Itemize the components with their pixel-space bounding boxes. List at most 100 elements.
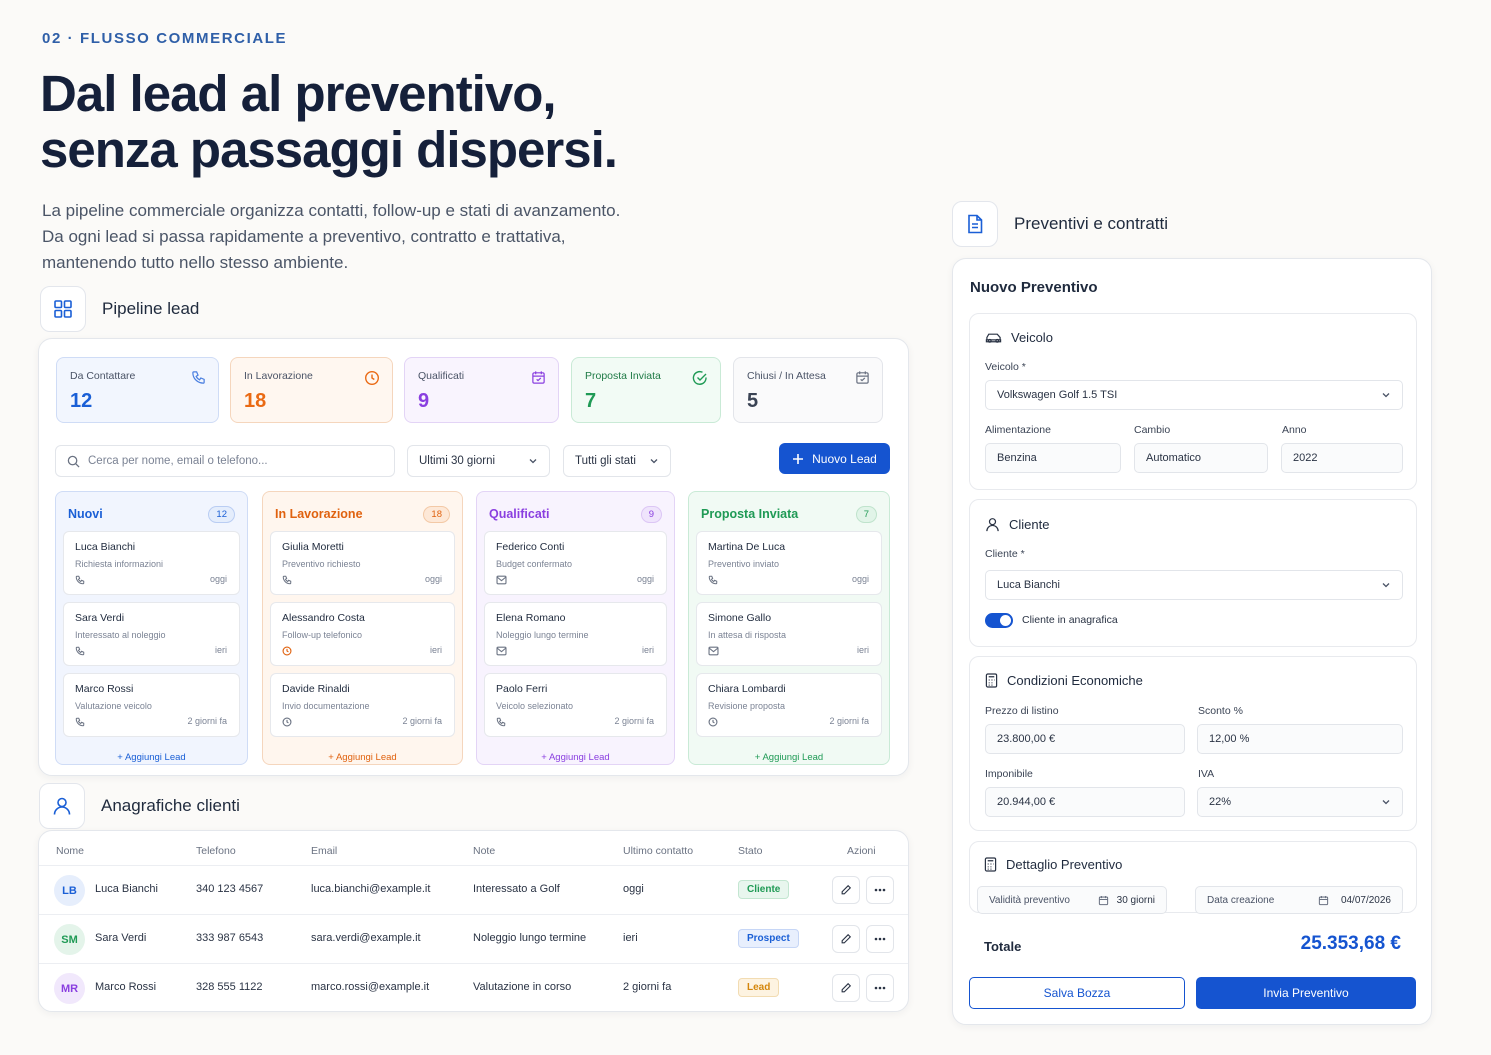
client-last-contact: ieri: [623, 932, 638, 944]
edit-button[interactable]: [832, 974, 860, 1002]
client-email[interactable]: sara.verdi@example.it: [311, 932, 421, 944]
phone-icon: [191, 370, 206, 385]
client-phone: 328 555 1122: [196, 981, 263, 993]
lead-card[interactable]: Martina De Luca Preventivo inviato oggi: [696, 531, 882, 595]
fuel-field[interactable]: Benzina: [985, 443, 1121, 473]
phone-icon: [75, 575, 85, 585]
lead-card[interactable]: Davide Rinaldi Invio documentazione 2 gi…: [270, 673, 455, 737]
lead-card[interactable]: Simone Gallo In attesa di risposta ieri: [696, 602, 882, 666]
send-quote-button[interactable]: Invia Preventivo: [1196, 977, 1416, 1009]
more-actions-button[interactable]: [866, 974, 894, 1002]
client-value: Luca Bianchi: [997, 579, 1060, 591]
status-filter-select[interactable]: Tutti gli stati: [563, 445, 671, 477]
discount-field[interactable]: 12,00 %: [1197, 724, 1403, 754]
client-registry-toggle[interactable]: [985, 613, 1013, 628]
phone-icon: [75, 717, 85, 727]
edit-button[interactable]: [832, 876, 860, 904]
clock-icon: [364, 370, 380, 386]
lead-card[interactable]: Paolo Ferri Veicolo selezionato 2 giorni…: [484, 673, 667, 737]
lead-time: ieri: [856, 645, 869, 655]
kpi-chiusi[interactable]: Chiusi / In Attesa 5: [733, 357, 883, 423]
taxable-field[interactable]: 20.944,00 €: [985, 787, 1185, 817]
new-quote-panel: Nuovo Preventivo Veicolo Veicolo * Volks…: [952, 258, 1432, 1025]
lead-time: ieri: [214, 645, 227, 655]
gearbox-field[interactable]: Automatico: [1134, 443, 1268, 473]
lead-time: ieri: [641, 645, 654, 655]
more-actions-button[interactable]: [866, 876, 894, 904]
lead-description: Revisione proposta: [708, 701, 786, 711]
kpi-in-lavorazione[interactable]: In Lavorazione 18: [230, 357, 393, 423]
kpi-label: In Lavorazione: [244, 370, 313, 382]
lead-description: Budget confermato: [496, 559, 573, 569]
more-actions-button[interactable]: [866, 925, 894, 953]
new-lead-button[interactable]: Nuovo Lead: [779, 443, 890, 474]
more-icon: [874, 986, 886, 990]
detail-section: Dettaglio Preventivo Validità preventivo…: [969, 841, 1417, 966]
client-phone: 340 123 4567: [196, 883, 264, 895]
vehicle-label: Veicolo *: [985, 361, 1026, 373]
add-lead-link[interactable]: + Aggiungi Lead: [270, 752, 455, 763]
lead-card[interactable]: Luca Bianchi Richiesta informazioni oggi: [63, 531, 240, 595]
client-title: Cliente: [1009, 517, 1050, 532]
table-row[interactable]: SM Sara Verdi 333 987 6543 sara.verdi@ex…: [39, 914, 908, 963]
lead-name: Federico Conti: [496, 541, 565, 553]
add-lead-link[interactable]: + Aggiungi Lead: [696, 752, 882, 763]
year-field[interactable]: 2022: [1281, 443, 1403, 473]
client-email[interactable]: marco.rossi@example.it: [311, 981, 429, 993]
validity-field[interactable]: Validità preventivo 30 giorni: [977, 886, 1167, 914]
column-header: Proposta Inviata 7: [696, 500, 882, 524]
calculator-icon: [984, 857, 997, 872]
kpi-qualificati[interactable]: Qualificati 9: [404, 357, 559, 423]
client-select[interactable]: Luca Bianchi: [985, 570, 1403, 600]
list-price-field[interactable]: 23.800,00 €: [985, 724, 1185, 754]
kpi-value: 18: [244, 390, 267, 412]
vehicle-select[interactable]: Volkswagen Golf 1.5 TSI: [985, 380, 1403, 410]
lead-card[interactable]: Sara Verdi Interessato al noleggio ieri: [63, 602, 240, 666]
client-section: Cliente Cliente * Luca Bianchi Cliente i…: [969, 499, 1417, 647]
economics-title: Condizioni Economiche: [1007, 673, 1143, 688]
add-lead-link[interactable]: + Aggiungi Lead: [484, 752, 667, 763]
vat-select[interactable]: 22%: [1197, 787, 1403, 817]
lead-card[interactable]: Giulia Moretti Preventivo richiesto oggi: [270, 531, 455, 595]
column-header-ultimo-contatto: Ultimo contatto: [623, 845, 694, 857]
lead-name: Elena Romano: [496, 612, 566, 624]
client-name: Luca Bianchi: [95, 883, 158, 895]
period-filter-select[interactable]: Ultimi 30 giorni: [407, 445, 550, 477]
toggle-label: Cliente in anagrafica: [1022, 614, 1118, 626]
lead-card[interactable]: Elena Romano Noleggio lungo termine ieri: [484, 602, 667, 666]
search-input[interactable]: Cerca per nome, email o telefono...: [55, 445, 395, 477]
clients-table: Nome Telefono Email Note Ultimo contatto…: [38, 830, 909, 1012]
table-row[interactable]: MR Marco Rossi 328 555 1122 marco.rossi@…: [39, 963, 908, 1011]
lead-card[interactable]: Chiara Lombardi Revisione proposta 2 gio…: [696, 673, 882, 737]
lead-name: Martina De Luca: [708, 541, 786, 553]
add-lead-link[interactable]: + Aggiungi Lead: [63, 752, 240, 763]
edit-button[interactable]: [832, 925, 860, 953]
column-title: In Lavorazione: [275, 507, 363, 521]
created-label: Data creazione: [1207, 894, 1275, 906]
vehicle-title: Veicolo: [1011, 330, 1053, 345]
client-email[interactable]: luca.bianchi@example.it: [311, 883, 430, 895]
avatar: MR: [54, 973, 85, 1004]
lead-time: ieri: [429, 645, 442, 655]
chevron-down-icon: [528, 456, 538, 466]
user-icon: [985, 517, 1000, 532]
save-draft-button[interactable]: Salva Bozza: [969, 977, 1185, 1009]
vat-value: 22%: [1209, 796, 1232, 808]
taxable-label: Imponibile: [985, 768, 1033, 780]
page-headline: Dal lead al preventivo, senza passaggi d…: [40, 66, 618, 178]
lead-card[interactable]: Federico Conti Budget confermato oggi: [484, 531, 667, 595]
status-badge: Lead: [738, 978, 780, 997]
phone-icon: [75, 646, 85, 656]
pipeline-section-title: Pipeline lead: [102, 299, 200, 318]
created-date-field[interactable]: Data creazione 04/07/2026: [1195, 886, 1403, 914]
column-header-email: Email: [311, 845, 338, 857]
lead-card[interactable]: Alessandro Costa Follow-up telefonico ie…: [270, 602, 455, 666]
column-header-azioni: Azioni: [847, 845, 876, 857]
kpi-label: Qualificati: [418, 370, 465, 382]
pencil-icon: [840, 982, 852, 994]
clock-icon: [708, 717, 718, 727]
kpi-proposta-inviata[interactable]: Proposta Inviata 7: [571, 357, 721, 423]
table-row[interactable]: LB Luca Bianchi 340 123 4567 luca.bianch…: [39, 865, 908, 914]
lead-card[interactable]: Marco Rossi Valutazione veicolo 2 giorni…: [63, 673, 240, 737]
kpi-da-contattare[interactable]: Da Contattare 12: [56, 357, 219, 423]
